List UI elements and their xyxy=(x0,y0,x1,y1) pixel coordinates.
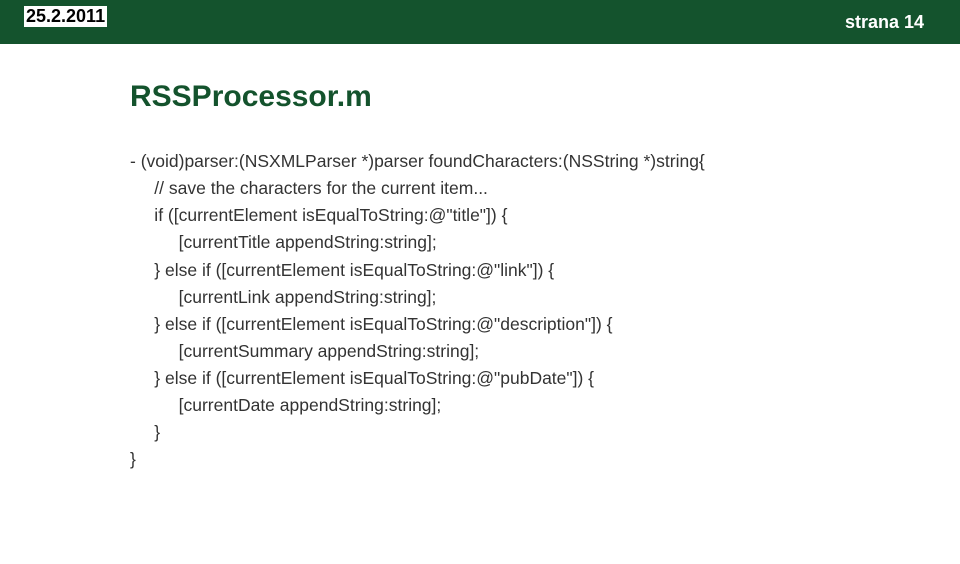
slide-title: RSSProcessor.m xyxy=(130,80,820,114)
page-number: strana 14 xyxy=(845,12,924,33)
slide-date: 25.2.2011 xyxy=(24,6,107,27)
code-block: - (void)parser:(NSXMLParser *)parser fou… xyxy=(130,148,820,474)
